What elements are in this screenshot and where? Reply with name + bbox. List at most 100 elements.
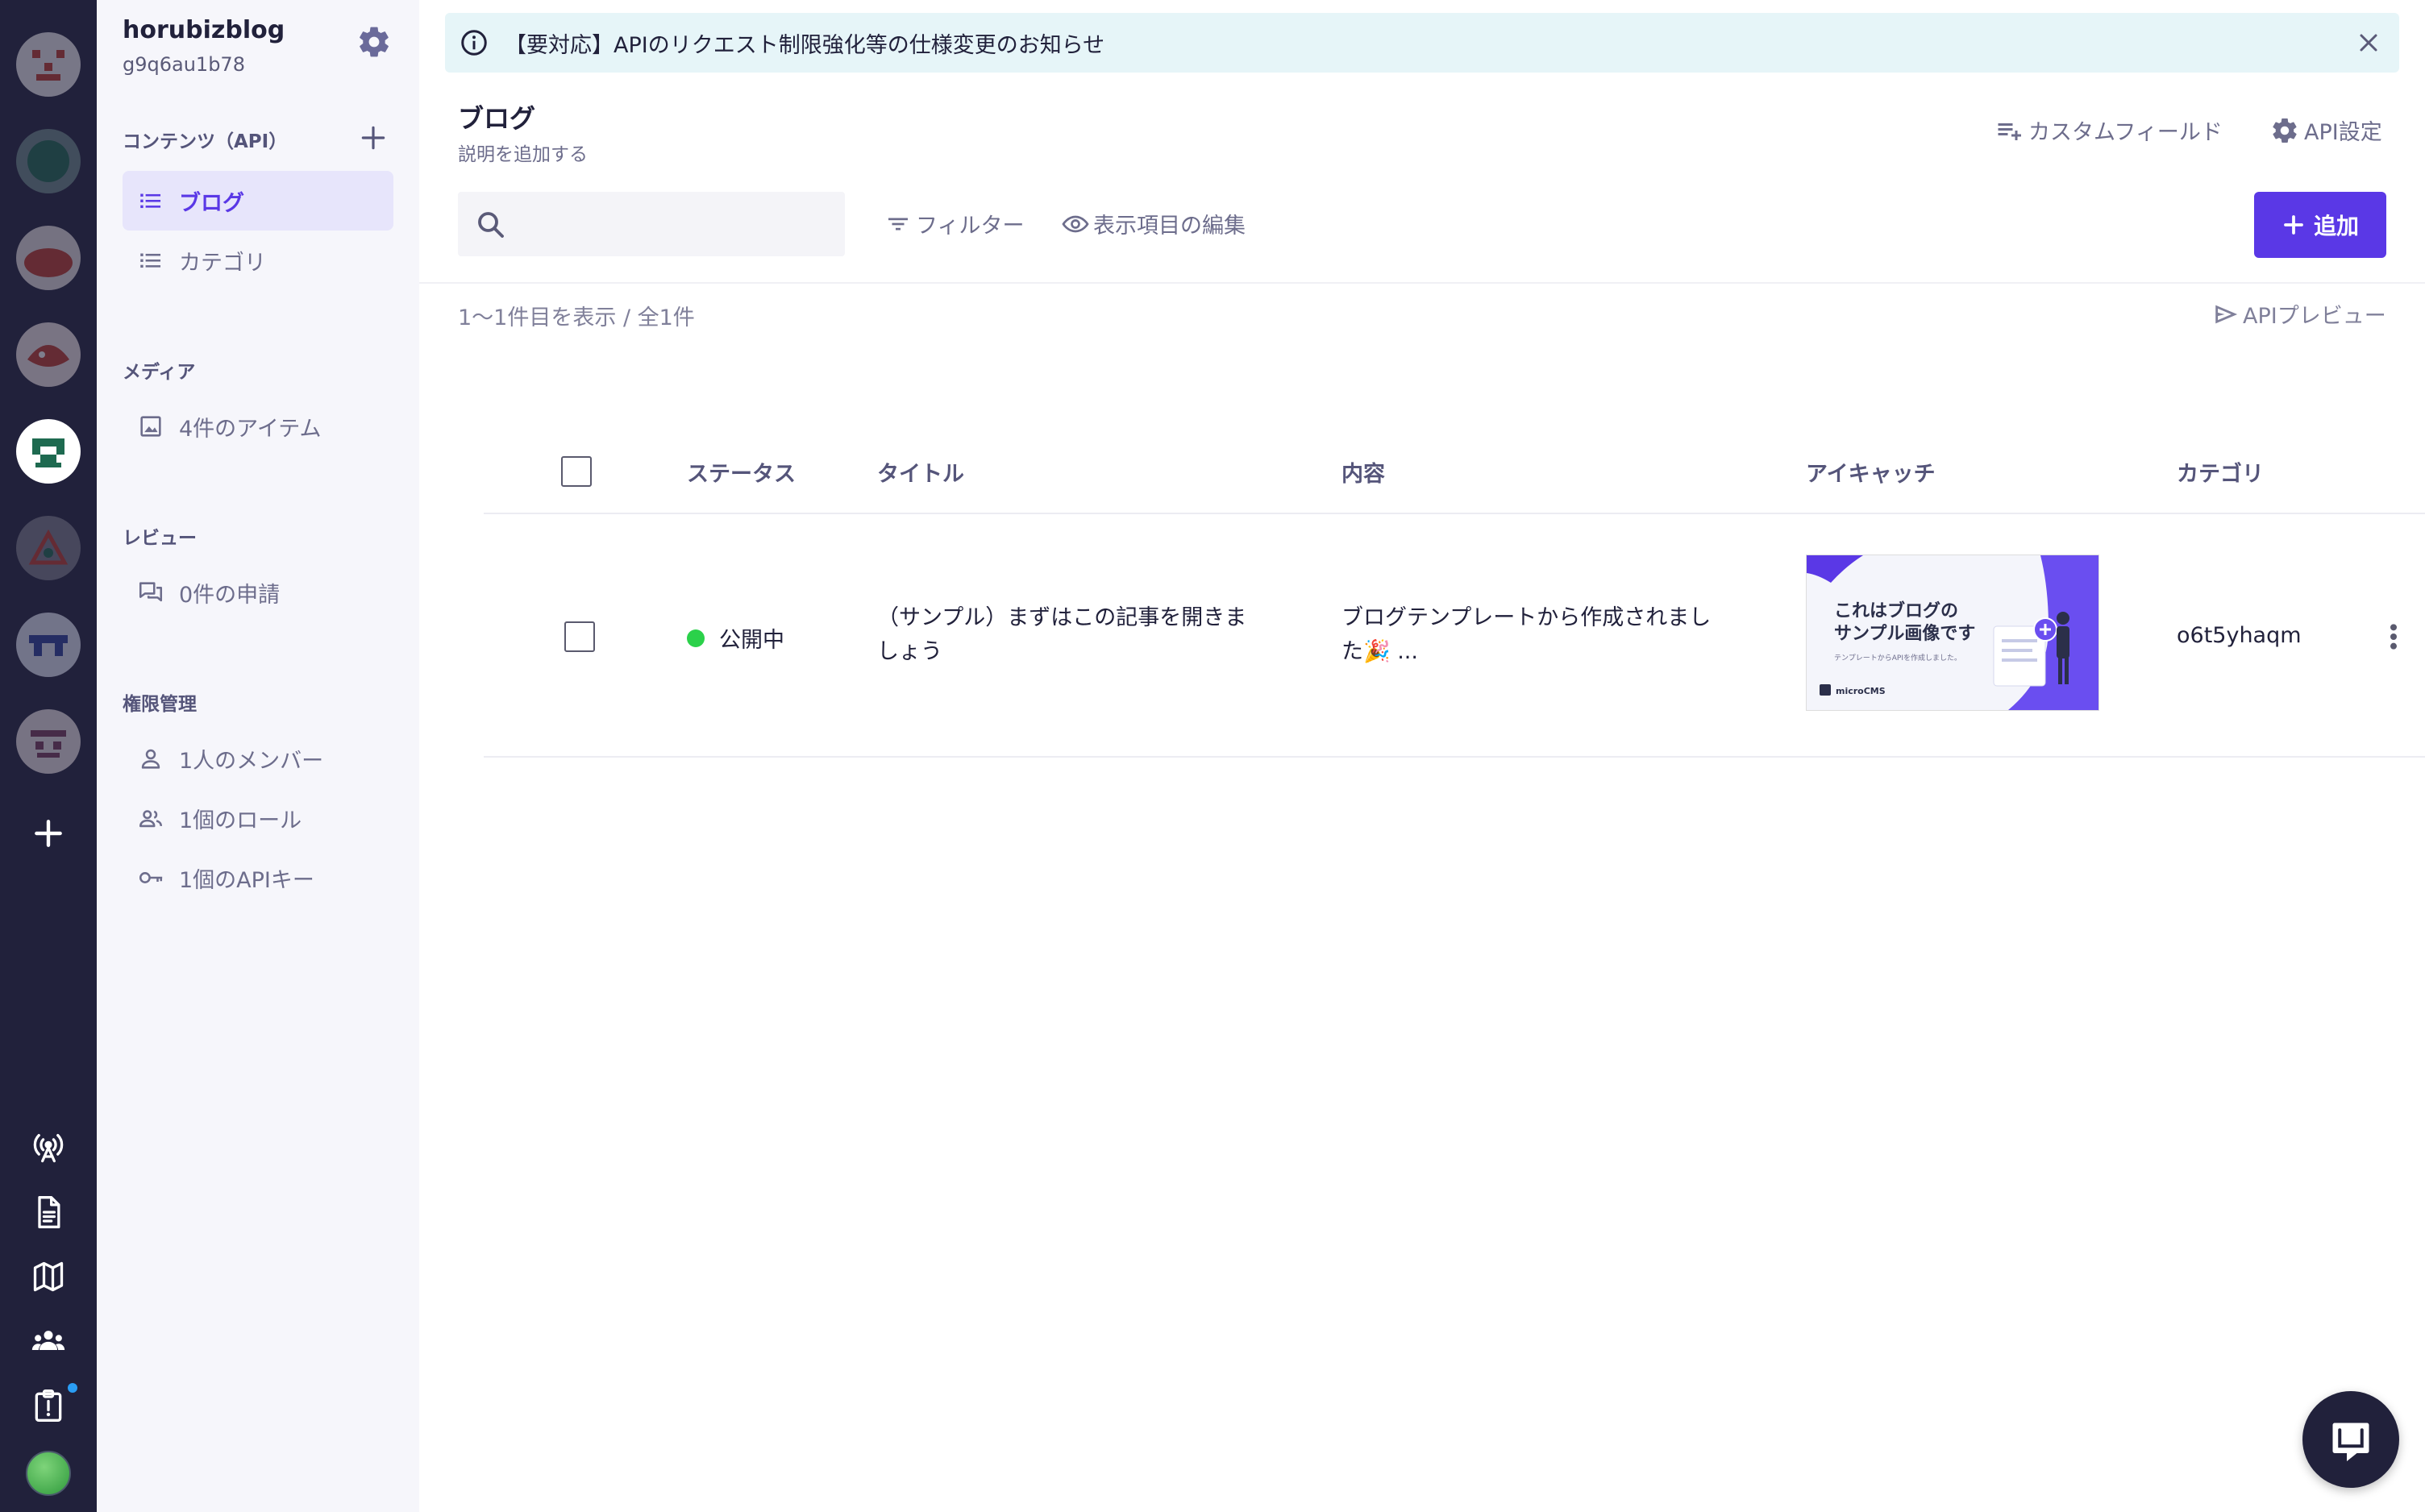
select-all-checkbox[interactable]	[561, 456, 592, 487]
send-icon	[2215, 305, 2238, 323]
notification-dot	[68, 1383, 77, 1393]
service-avatar-icon	[16, 322, 81, 387]
close-icon[interactable]	[2354, 28, 2383, 57]
title-line: （サンプル）まずはこの記事を開きま	[877, 605, 1247, 630]
search-box[interactable]	[458, 192, 845, 256]
service-avatar-1[interactable]	[16, 32, 81, 97]
notice-banner[interactable]: 【要対応】APIのリクエスト制限強化等の仕様変更のお知らせ	[445, 13, 2399, 73]
service-avatar-icon	[16, 516, 81, 580]
plus-icon	[2284, 215, 2303, 235]
notice-text: 【要対応】APIのリクエスト制限強化等の仕様変更のお知らせ	[505, 32, 1105, 58]
add-api-icon[interactable]	[358, 123, 389, 153]
service-avatar-8[interactable]	[16, 709, 81, 774]
image-icon	[140, 416, 161, 437]
content-cell[interactable]: ブログテンプレートから作成されまし た🎉 ...	[1341, 601, 1711, 669]
add-service-icon[interactable]	[31, 816, 66, 851]
eyecatch-subtext: テンプレートからAPIを作成しました。	[1834, 653, 1961, 663]
eyecatch-heading-1: これはブログの	[1834, 600, 1958, 621]
column-header-title[interactable]: タイトル	[877, 456, 964, 488]
edit-columns-button[interactable]: 表示項目の編集	[1061, 208, 1246, 239]
media-heading: メディア	[123, 362, 196, 383]
sidebar-item-category[interactable]: カテゴリ	[123, 231, 393, 290]
service-avatar-3[interactable]	[16, 226, 81, 290]
support-chat-button[interactable]	[2302, 1391, 2399, 1488]
header-divider	[419, 282, 2425, 284]
sidebar-item-media[interactable]: 4件のアイテム	[123, 397, 393, 456]
row-more-menu-icon[interactable]	[2381, 621, 2406, 653]
playlist-add-icon	[1998, 123, 2021, 140]
sidebar-item-label: 1個のAPIキー	[179, 867, 314, 893]
search-input[interactable]	[521, 203, 830, 247]
status-label: 公開中	[719, 628, 784, 653]
community-icon[interactable]	[31, 1323, 66, 1359]
review-heading: レビュー	[123, 528, 197, 549]
custom-field-link[interactable]: カスタムフィールド	[1994, 114, 2223, 146]
header-row-divider	[484, 513, 2425, 514]
list-icon	[140, 193, 161, 209]
filter-icon	[888, 218, 908, 230]
microcms-logo-mark	[1820, 684, 1831, 696]
service-avatar-7[interactable]	[16, 613, 81, 677]
page-title: ブログ	[458, 103, 536, 134]
row-checkbox[interactable]	[564, 621, 595, 652]
sidebar-item-label: ブログ	[179, 190, 244, 216]
content-line: ブログテンプレートから作成されまし	[1341, 605, 1712, 630]
key-icon	[139, 872, 163, 883]
filter-button[interactable]: フィルター	[884, 208, 1024, 239]
column-header-status[interactable]: ステータス	[687, 456, 796, 488]
person-icon	[141, 749, 160, 769]
sidebar-item-label: カテゴリ	[179, 250, 266, 276]
service-avatar-icon	[16, 226, 81, 290]
published-status-dot	[687, 629, 705, 647]
sidebar-item-blog[interactable]: ブログ	[123, 171, 393, 231]
service-rail	[0, 0, 97, 1512]
eyecatch-thumbnail[interactable]: これはブログの サンプル画像です テンプレートからAPIを作成しました。 mic…	[1806, 555, 2099, 711]
map-icon[interactable]	[31, 1259, 66, 1294]
sidebar-item-api-keys[interactable]: 1個のAPIキー	[123, 848, 393, 908]
title-cell[interactable]: （サンプル）まずはこの記事を開きま しょう	[877, 601, 1246, 669]
service-settings-gear-icon[interactable]	[356, 24, 392, 60]
service-avatar-6[interactable]	[16, 516, 81, 580]
user-avatar[interactable]	[26, 1451, 71, 1496]
sidebar-item-label: 0件の申請	[179, 582, 281, 608]
row-divider	[484, 756, 2425, 758]
review-chat-icon	[139, 582, 163, 602]
eyecatch-heading-2: サンプル画像です	[1834, 623, 1975, 644]
contents-heading: コンテンツ（API）	[123, 131, 288, 152]
add-content-button[interactable]: 追加	[2254, 192, 2386, 258]
add-description-link[interactable]: 説明を追加する	[458, 139, 588, 166]
custom-field-label: カスタムフィールド	[2028, 120, 2223, 145]
group-icon	[139, 810, 163, 828]
list-icon	[140, 253, 161, 268]
service-avatar-current[interactable]	[16, 419, 81, 484]
eyecatch-image: これはブログの サンプル画像です テンプレートからAPIを作成しました。 mic…	[1807, 555, 2098, 710]
api-settings-link[interactable]: API設定	[2270, 114, 2382, 146]
filter-label: フィルター	[916, 214, 1025, 239]
sidebar-item-label: 4件のアイテム	[179, 416, 322, 442]
column-header-content[interactable]: 内容	[1341, 456, 1385, 488]
document-icon[interactable]	[31, 1194, 66, 1230]
service-avatar-icon	[16, 709, 81, 774]
broadcast-icon[interactable]	[31, 1130, 66, 1165]
service-avatar-2[interactable]	[16, 129, 81, 193]
sidebar-item-members[interactable]: 1人のメンバー	[123, 729, 393, 788]
service-avatar-icon	[16, 419, 81, 484]
sidebar-item-review[interactable]: 0件の申請	[123, 563, 393, 622]
category-cell[interactable]: o6t5yhaqm	[2177, 619, 2302, 653]
announcement-clipboard-icon[interactable]	[31, 1388, 66, 1423]
content-sidebar: horubizblog g9q6au1b78 コンテンツ（API） ブログ カテ…	[97, 0, 419, 1512]
eyecatch-logo-text: microCMS	[1836, 686, 1886, 696]
column-header-eyecatch[interactable]: アイキャッチ	[1806, 456, 1936, 488]
column-header-category[interactable]: カテゴリ	[2177, 456, 2264, 488]
service-avatar-4[interactable]	[16, 322, 81, 387]
sidebar-item-label: 1人のメンバー	[179, 748, 324, 774]
permission-heading: 権限管理	[123, 694, 197, 715]
gear-icon	[2273, 118, 2297, 143]
result-count: 1〜1件目を表示 / 全1件	[458, 305, 695, 330]
sidebar-item-label: 1個のロール	[179, 808, 302, 833]
api-preview-link[interactable]: APIプレビュー	[2212, 298, 2386, 330]
sidebar-item-roles[interactable]: 1個のロール	[123, 788, 393, 848]
chat-bubble-icon	[2332, 1423, 2369, 1461]
edit-columns-label: 表示項目の編集	[1093, 214, 1246, 239]
title-line: しょう	[877, 639, 942, 664]
